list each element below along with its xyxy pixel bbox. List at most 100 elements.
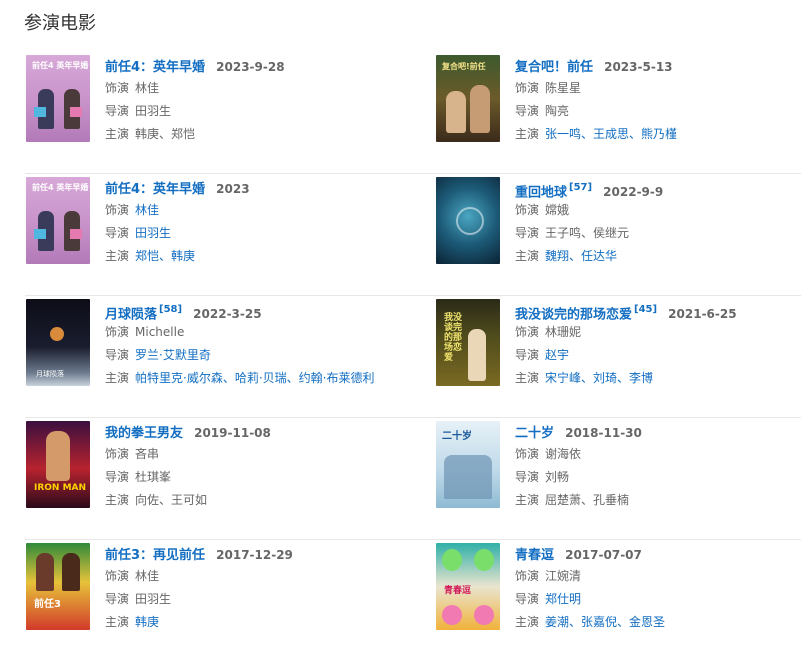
- role-value: 林佳: [135, 569, 160, 583]
- cast-link[interactable]: 宋宁峰、刘琦、李博: [545, 371, 653, 385]
- poster-text: 青春逗: [444, 586, 472, 596]
- poster-text: 月球陨落: [36, 370, 64, 378]
- movie-card: IRON MAN 我的拳王男友 2019-11-08 饰演 吝串 导演 杜琪峯 主演…: [25, 418, 395, 528]
- cast-label: 主演: [515, 493, 540, 507]
- movie-grid: 前任4 英年早婚 前任4：英年早婚 2023-9-28 饰演 林佳 导演 田羽生 主…: [25, 52, 801, 661]
- director-label: 导演: [515, 470, 540, 484]
- movie-title-link[interactable]: 前任3：再见前任: [105, 548, 205, 563]
- cast-link[interactable]: 张一鸣、王成思、熊乃槿: [545, 127, 677, 141]
- poster-text: 前任4 英年早婚: [32, 61, 89, 70]
- cast-link[interactable]: 帕特里克·威尔森、哈莉·贝瑞、约翰·布莱德利: [135, 371, 374, 385]
- director-link[interactable]: 田羽生: [135, 226, 171, 240]
- movie-title-link[interactable]: 前任4：英年早婚: [105, 60, 205, 75]
- cast-value: 屈楚萧、孔垂楠: [545, 493, 630, 507]
- role-value: 江婉清: [545, 569, 582, 583]
- movie-card: 前任4 英年早婚 前任4：英年早婚 2023-9-28 饰演 林佳 导演 田羽生 主…: [25, 52, 395, 162]
- poster-text: 前任4 英年早婚: [32, 183, 89, 192]
- director-label: 导演: [105, 470, 130, 484]
- director-value: 田羽生: [135, 104, 172, 118]
- role-label: 饰演: [515, 81, 540, 95]
- role-label: 饰演: [105, 81, 130, 95]
- director-label: 导演: [515, 104, 540, 118]
- release-date: 2022-3-25: [193, 307, 262, 322]
- director-link[interactable]: 赵宇: [545, 348, 569, 362]
- director-label: 导演: [515, 226, 540, 240]
- movie-card: 月球陨落 月球陨落 [58] 2022-3-25 饰演 Michelle 导演 罗兰·…: [25, 296, 395, 406]
- movie-poster[interactable]: 我没谈完的那场恋爱: [436, 299, 500, 386]
- role-value: 陈星星: [545, 81, 582, 95]
- movie-card: 前任3 前任3：再见前任 2017-12-29 饰演 林佳 导演 田羽生 主演 韩庚: [25, 540, 395, 650]
- release-date: 2023-5-13: [604, 60, 673, 74]
- cast-link[interactable]: 姜潮、张嘉倪、金恩圣: [545, 615, 665, 629]
- director-value: 杜琪峯: [135, 470, 172, 484]
- movie-poster[interactable]: 月球陨落: [26, 299, 90, 386]
- cast-label: 主演: [105, 371, 130, 385]
- release-date: 2023-9-28: [216, 60, 285, 74]
- section-title: 参演电影: [24, 13, 96, 34]
- cast-label: 主演: [515, 371, 540, 385]
- role-label: 饰演: [515, 447, 540, 461]
- release-date: 2018-11-30: [565, 426, 642, 440]
- poster-text: 复合吧!前任: [442, 62, 486, 71]
- poster-text: IRON MAN: [34, 483, 87, 493]
- release-date: 2017-12-29: [216, 548, 293, 562]
- citation-ref[interactable]: [57]: [569, 182, 592, 193]
- role-label: 饰演: [515, 325, 540, 339]
- director-label: 导演: [515, 348, 540, 362]
- cast-value: 向佐、王可如: [135, 493, 208, 507]
- director-link[interactable]: 罗兰·艾默里奇: [135, 348, 211, 362]
- movie-poster[interactable]: 前任4 英年早婚: [26, 55, 90, 142]
- movie-card: 重回地球 [57] 2022-9-9 饰演 嫦娥 导演 王子鸣、侯继元 主演 魏翔、任达…: [435, 174, 801, 284]
- movie-row: IRON MAN 我的拳王男友 2019-11-08 饰演 吝串 导演 杜琪峯 主演…: [25, 418, 801, 540]
- cast-link[interactable]: 韩庚: [135, 615, 159, 629]
- cast-label: 主演: [515, 249, 540, 263]
- role-value: Michelle: [135, 325, 185, 339]
- movie-poster[interactable]: 前任4 英年早婚: [26, 177, 90, 264]
- director-value: 陶亮: [545, 104, 570, 118]
- movie-title-link[interactable]: 复合吧！前任: [515, 60, 593, 75]
- cast-label: 主演: [515, 127, 540, 141]
- director-value: 刘畅: [545, 470, 570, 484]
- director-label: 导演: [105, 348, 130, 362]
- cast-label: 主演: [515, 615, 540, 629]
- movie-card: 青春逗 青春逗 2017-07-07 饰演 江婉清 导演 郑仕明 主演 姜潮、张嘉倪、…: [435, 540, 801, 650]
- movie-poster[interactable]: [436, 177, 500, 264]
- movie-poster[interactable]: 前任3: [26, 543, 90, 630]
- director-label: 导演: [105, 104, 130, 118]
- director-value: 王子鸣、侯继元: [545, 226, 630, 240]
- role-value: 林珊妮: [545, 325, 582, 339]
- citation-ref[interactable]: [45]: [634, 304, 657, 315]
- movie-title-link[interactable]: 二十岁: [515, 426, 554, 441]
- movie-poster[interactable]: 二十岁: [436, 421, 500, 508]
- release-date: 2021-6-25: [668, 307, 737, 322]
- movie-card: 前任4 英年早婚 前任4：英年早婚 2023 饰演 林佳 导演 田羽生 主演 郑恺、韩…: [25, 174, 395, 284]
- director-label: 导演: [105, 226, 130, 240]
- role-value: 林佳: [135, 81, 160, 95]
- movie-card: 我没谈完的那场恋爱 我没谈完的那场恋爱 [45] 2021-6-25 饰演 林珊妮 …: [435, 296, 801, 406]
- cast-label: 主演: [105, 615, 130, 629]
- cast-link[interactable]: 魏翔、任达华: [545, 249, 617, 263]
- release-date: 2019-11-08: [194, 426, 271, 440]
- movie-title-link[interactable]: 青春逗: [515, 548, 554, 563]
- role-value: 嫦娥: [545, 203, 570, 217]
- movie-poster[interactable]: 复合吧!前任: [436, 55, 500, 142]
- poster-text: 前任3: [34, 599, 61, 610]
- role-label: 饰演: [105, 203, 130, 217]
- citation-ref[interactable]: [58]: [159, 304, 182, 315]
- director-label: 导演: [105, 592, 130, 606]
- movie-row: 前任4 英年早婚 前任4：英年早婚 2023 饰演 林佳 导演 田羽生 主演 郑恺、韩…: [25, 174, 801, 296]
- movie-title-link[interactable]: 我的拳王男友: [105, 426, 183, 441]
- cast-link[interactable]: 郑恺、韩庚: [135, 249, 195, 263]
- movie-poster[interactable]: IRON MAN: [26, 421, 90, 508]
- release-date: 2022-9-9: [603, 185, 664, 200]
- release-date: 2023: [216, 182, 250, 196]
- director-link[interactable]: 郑仕明: [545, 592, 581, 606]
- movie-title-link[interactable]: 前任4：英年早婚: [105, 182, 205, 197]
- role-label: 饰演: [105, 569, 130, 583]
- role-label: 饰演: [105, 447, 130, 461]
- cast-label: 主演: [105, 249, 130, 263]
- role-link[interactable]: 林佳: [135, 203, 159, 217]
- poster-text: 我没谈完的那场恋爱: [444, 313, 463, 363]
- role-value: 谢海依: [545, 447, 582, 461]
- movie-poster[interactable]: 青春逗: [436, 543, 500, 630]
